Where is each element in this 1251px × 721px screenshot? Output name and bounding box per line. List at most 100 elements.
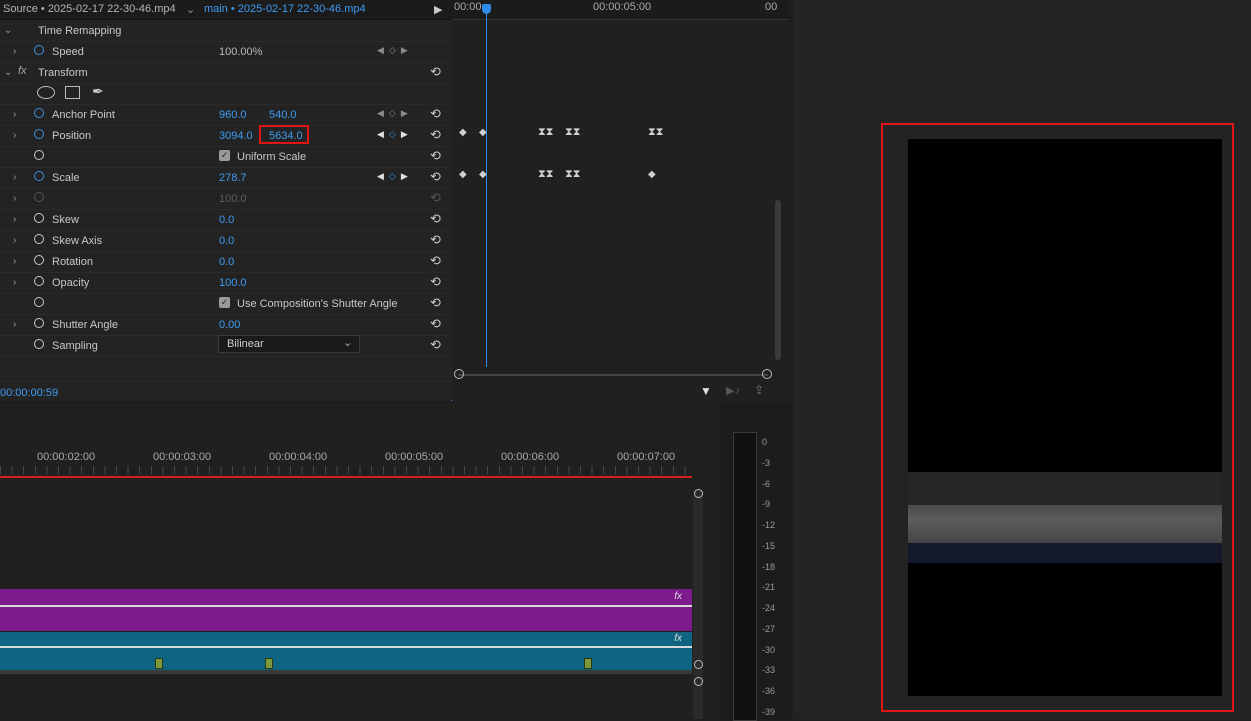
- keyframe-icon[interactable]: ⧗⧗: [648, 126, 663, 139]
- chevron-right-icon[interactable]: ›: [13, 277, 16, 288]
- stopwatch-icon[interactable]: [34, 234, 44, 244]
- stopwatch-icon[interactable]: [34, 171, 44, 181]
- skew-value[interactable]: 0.0: [219, 214, 234, 226]
- reset-icon[interactable]: ⟲: [430, 253, 441, 269]
- reset-icon[interactable]: ⟲: [430, 127, 441, 143]
- audio-icon[interactable]: ▶♪: [726, 384, 740, 397]
- chevron-right-icon[interactable]: ›: [13, 109, 16, 120]
- comp-shutter-row[interactable]: ✓ Use Composition's Shutter Angle ⟲: [0, 293, 451, 315]
- stopwatch-icon[interactable]: [34, 108, 44, 118]
- reset-icon[interactable]: ⟲: [430, 295, 441, 311]
- transform-row[interactable]: ⌄ fx Transform ⟲: [0, 62, 451, 84]
- sequence-timeline[interactable]: 00:00:02:00 00:00:03:00 00:00:04:00 00:0…: [0, 404, 710, 719]
- keyframe-nav[interactable]: ◀◇▶: [377, 45, 413, 56]
- video-clip[interactable]: fx: [0, 589, 692, 605]
- sequence-tab[interactable]: main • 2025-02-17 22-30-46.mp4: [204, 3, 366, 15]
- chevron-right-icon[interactable]: ›: [13, 319, 16, 330]
- stopwatch-icon[interactable]: [34, 318, 44, 328]
- stopwatch-icon[interactable]: [34, 150, 44, 160]
- video-clip-lower[interactable]: [0, 607, 692, 631]
- keyframe-icon[interactable]: ◆: [479, 127, 487, 138]
- scroll-handle-left[interactable]: [454, 369, 464, 379]
- timecode[interactable]: 00:00:00:59: [0, 387, 58, 399]
- sampling-dropdown[interactable]: Bilinear ⌄: [218, 335, 360, 353]
- play-icon[interactable]: ▶: [434, 3, 442, 16]
- opacity-row[interactable]: › Opacity 100.0 ⟲: [0, 272, 451, 294]
- skew-axis-value[interactable]: 0.0: [219, 235, 234, 247]
- ellipse-mask-icon[interactable]: [37, 86, 55, 99]
- position-y-value[interactable]: 5634.0: [269, 130, 303, 142]
- skew-row[interactable]: › Skew 0.0 ⟲: [0, 209, 451, 231]
- stopwatch-icon[interactable]: [34, 255, 44, 265]
- speed-row[interactable]: › Speed 100.00% ◀◇▶: [0, 41, 451, 63]
- chevron-right-icon[interactable]: ›: [13, 256, 16, 267]
- source-tab[interactable]: Source • 2025-02-17 22-30-46.mp4: [3, 3, 176, 15]
- stopwatch-icon[interactable]: [34, 213, 44, 223]
- video-preview[interactable]: [908, 139, 1222, 696]
- anchor-point-row[interactable]: › Anchor Point 960.0 540.0 ◀◇▶ ⟲: [0, 104, 451, 126]
- filter-icon[interactable]: ▼: [700, 384, 712, 398]
- reset-icon[interactable]: ⟲: [430, 148, 441, 164]
- work-area-bar[interactable]: [0, 476, 692, 478]
- export-icon[interactable]: ⇪: [754, 383, 764, 397]
- reset-icon[interactable]: ⟲: [430, 232, 441, 248]
- scale-value[interactable]: 278.7: [219, 172, 247, 184]
- anchor-x-value[interactable]: 960.0: [219, 109, 247, 121]
- chevron-down-icon[interactable]: ⌄: [4, 25, 12, 36]
- keyframe-icon[interactable]: ◆: [459, 127, 467, 138]
- clip-marker[interactable]: [584, 658, 592, 669]
- effect-controls-timeline[interactable]: 00:00 00:00:05:00 00 ◆ ◆ ⧗⧗ ⧗⧗ ⧗⧗ ◆ ◆ ⧗⧗…: [452, 0, 790, 401]
- playhead-handle[interactable]: [482, 4, 491, 14]
- scroll-handle[interactable]: [694, 660, 703, 669]
- scroll-handle[interactable]: [694, 677, 703, 686]
- chevron-right-icon[interactable]: ›: [13, 46, 16, 57]
- keyframe-icon[interactable]: ◆: [648, 169, 656, 180]
- reset-icon[interactable]: ⟲: [430, 64, 441, 80]
- stopwatch-icon[interactable]: [34, 129, 44, 139]
- reset-icon[interactable]: ⟲: [430, 274, 441, 290]
- reset-icon[interactable]: ⟲: [430, 337, 441, 353]
- reset-icon[interactable]: ⟲: [430, 169, 441, 185]
- anchor-y-value[interactable]: 540.0: [269, 109, 297, 121]
- keyframe-icon[interactable]: ⧗⧗: [565, 126, 580, 139]
- keyframe-nav[interactable]: ◀◇▶: [377, 171, 413, 182]
- chevron-right-icon[interactable]: ›: [13, 214, 16, 225]
- vertical-scrollbar[interactable]: [775, 200, 781, 360]
- chevron-right-icon[interactable]: ›: [13, 172, 16, 183]
- speed-value[interactable]: 100.00%: [219, 46, 262, 58]
- stopwatch-icon[interactable]: [34, 276, 44, 286]
- horizontal-scrollbar[interactable]: [458, 374, 768, 376]
- audio-clip[interactable]: fx: [0, 632, 692, 646]
- scroll-handle-right[interactable]: [762, 369, 772, 379]
- uniform-scale-row[interactable]: ✓ Uniform Scale ⟲: [0, 146, 451, 168]
- rotation-row[interactable]: › Rotation 0.0 ⟲: [0, 251, 451, 273]
- keyframe-icon[interactable]: ⧗⧗: [538, 168, 553, 181]
- scroll-handle[interactable]: [694, 489, 703, 498]
- chevron-down-icon[interactable]: ⌄: [186, 3, 195, 16]
- reset-icon[interactable]: ⟲: [430, 106, 441, 122]
- skew-axis-row[interactable]: › Skew Axis 0.0 ⟲: [0, 230, 451, 252]
- pen-tool-icon[interactable]: ✒: [92, 83, 104, 100]
- chevron-right-icon[interactable]: ›: [13, 235, 16, 246]
- keyframe-nav[interactable]: ◀◇▶: [377, 108, 413, 119]
- position-row[interactable]: › Position 3094.0 5634.0 ◀◇▶ ⟲: [0, 125, 451, 147]
- rectangle-mask-icon[interactable]: [65, 86, 80, 99]
- reset-icon[interactable]: ⟲: [430, 211, 441, 227]
- chevron-down-icon[interactable]: ⌄: [4, 67, 12, 78]
- sampling-row[interactable]: Sampling Bilinear ⌄ ⟲: [0, 335, 451, 357]
- rotation-value[interactable]: 0.0: [219, 256, 234, 268]
- keyframe-icon[interactable]: ⧗⧗: [538, 126, 553, 139]
- time-remapping-row[interactable]: ⌄ Time Remapping: [0, 20, 451, 42]
- keyframe-icon[interactable]: ◆: [459, 169, 467, 180]
- stopwatch-icon[interactable]: [34, 45, 44, 55]
- comp-shutter-checkbox[interactable]: ✓: [219, 297, 230, 308]
- fx-icon[interactable]: fx: [18, 65, 27, 77]
- scale-row[interactable]: › Scale 278.7 ◀◇▶ ⟲: [0, 167, 451, 189]
- clip-marker[interactable]: [265, 658, 273, 669]
- chevron-right-icon[interactable]: ›: [13, 130, 16, 141]
- keyframe-nav[interactable]: ◀◇▶: [377, 129, 413, 140]
- stopwatch-icon[interactable]: [34, 339, 44, 349]
- reset-icon[interactable]: ⟲: [430, 316, 441, 332]
- clip-marker[interactable]: [155, 658, 163, 669]
- shutter-angle-value[interactable]: 0.00: [219, 319, 240, 331]
